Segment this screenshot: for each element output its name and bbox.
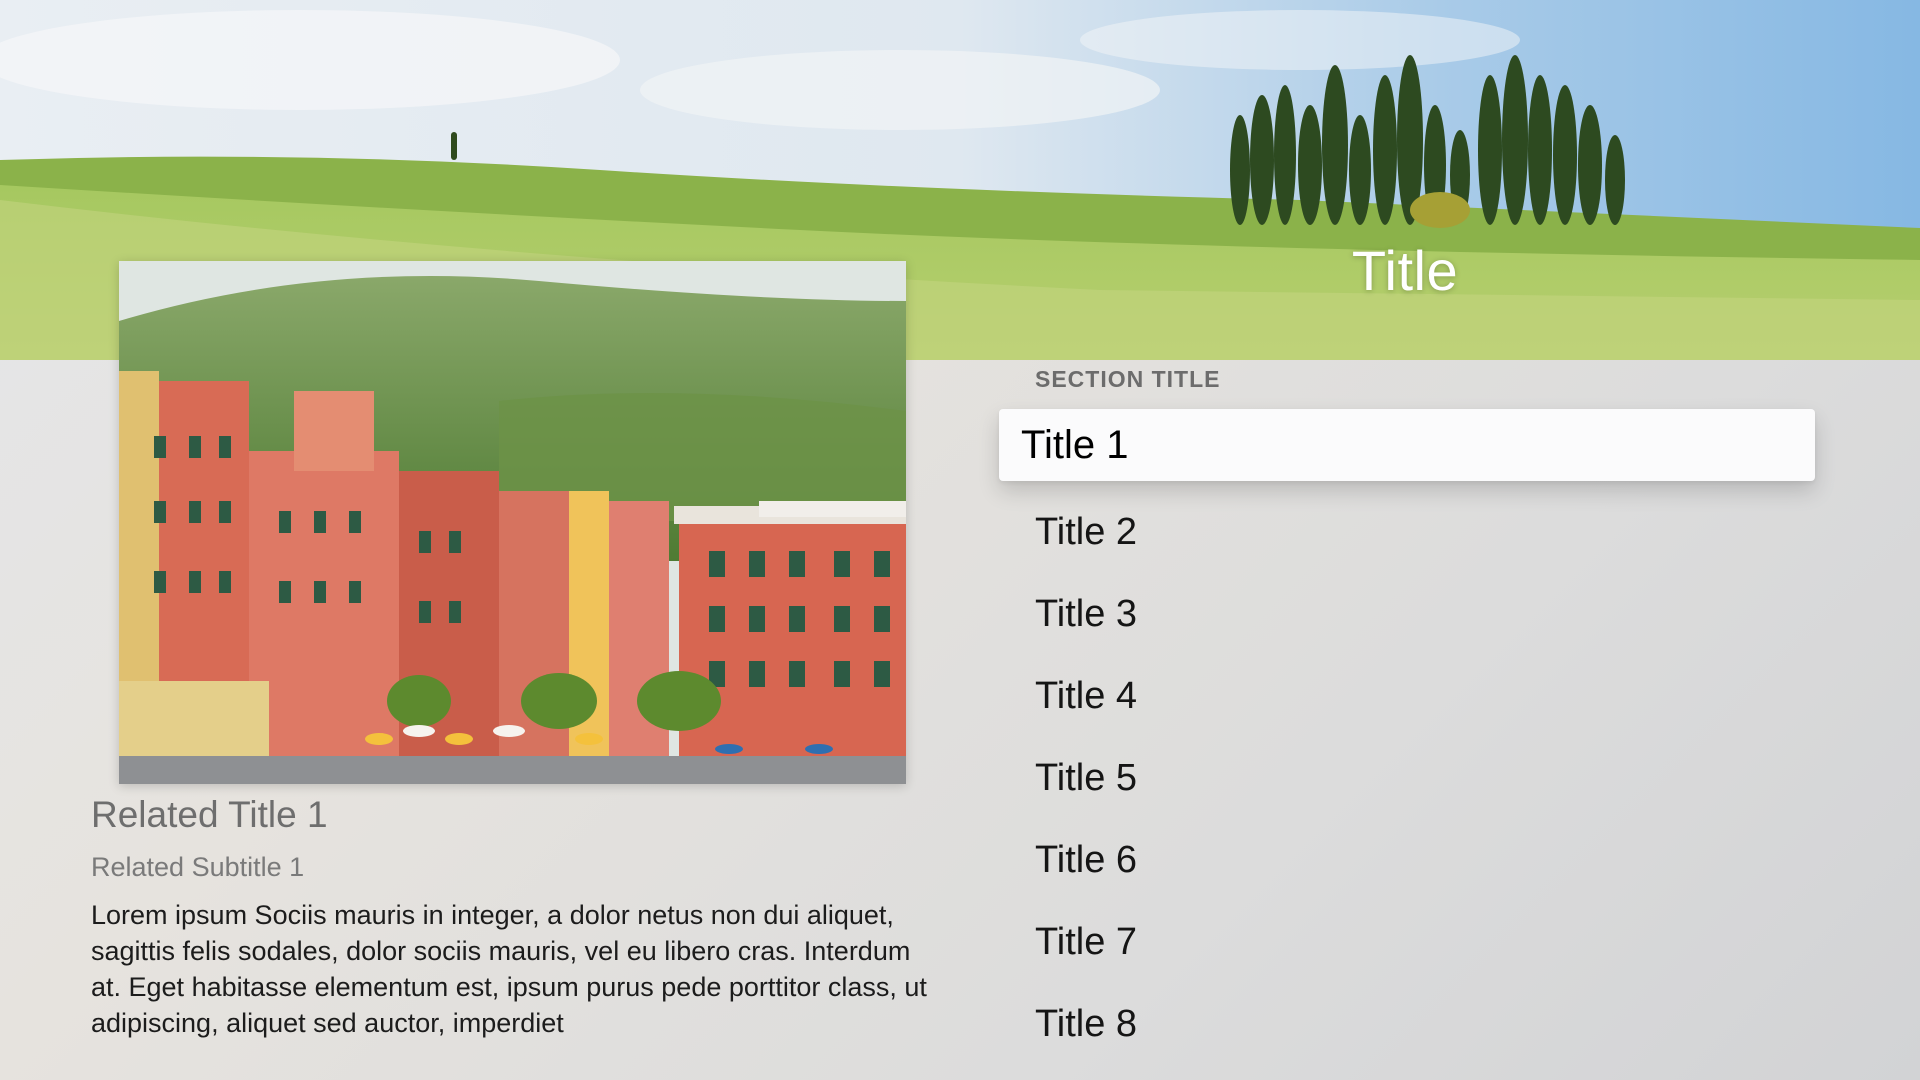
- list-item-label: Title 7: [1035, 920, 1138, 963]
- list-item-title-8[interactable]: Title 8: [999, 983, 1815, 1065]
- list-item-title-1[interactable]: Title 1: [999, 409, 1815, 481]
- section-title: SECTION TITLE: [1035, 366, 1221, 392]
- list-item-title-6[interactable]: Title 6: [999, 819, 1815, 901]
- list-item-title-7[interactable]: Title 7: [999, 901, 1815, 983]
- list-item-label: Title 6: [1035, 838, 1138, 881]
- related-title: Related Title 1: [91, 794, 328, 835]
- page-title: Title: [1351, 239, 1459, 302]
- title-list: Title 1 Title 2 Title 3 Title 4 Title 5 …: [999, 409, 1815, 1065]
- list-item-label: Title 1: [1021, 422, 1129, 467]
- list-item-title-3[interactable]: Title 3: [999, 573, 1815, 655]
- list-item-title-4[interactable]: Title 4: [999, 655, 1815, 737]
- list-item-label: Title 2: [1035, 510, 1138, 553]
- related-subtitle: Related Subtitle 1: [91, 852, 305, 882]
- related-description: Lorem ipsum Sociis mauris in integer, a …: [91, 900, 927, 1038]
- list-item-title-5[interactable]: Title 5: [999, 737, 1815, 819]
- featured-image: [119, 261, 906, 784]
- list-item-title-2[interactable]: Title 2: [999, 491, 1815, 573]
- village-photo: [119, 261, 906, 784]
- list-item-label: Title 4: [1035, 674, 1138, 717]
- list-item-label: Title 5: [1035, 756, 1138, 799]
- list-item-label: Title 3: [1035, 592, 1138, 635]
- list-item-label: Title 8: [1035, 1002, 1138, 1045]
